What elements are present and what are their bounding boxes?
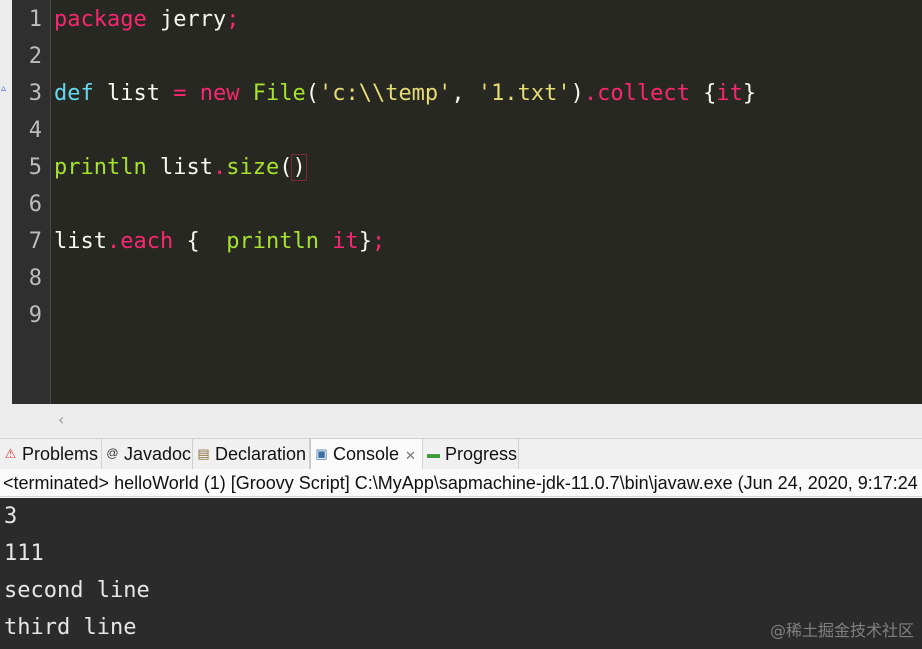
scroll-left-arrow-icon[interactable]: ‹: [58, 410, 64, 429]
code-line-5[interactable]: println list.size(): [54, 149, 307, 186]
paren-open: (: [305, 81, 319, 106]
watermark: @稀土掘金技术社区: [769, 621, 914, 640]
console-line: second line: [4, 578, 150, 603]
string-filename: '1.txt': [477, 81, 571, 106]
semicolon: ;: [226, 7, 240, 32]
tab-label: Javadoc: [124, 444, 192, 464]
method-each: each: [120, 229, 174, 254]
code-editor[interactable]: ▵ 1 2 3 4 5 6 7 8 9 package jerry; def l…: [0, 0, 922, 404]
brace-close: }: [742, 81, 757, 106]
line-number: 5: [28, 155, 42, 180]
tab-label: Console: [333, 444, 400, 464]
horizontal-scrollbar[interactable]: ‹: [50, 404, 922, 436]
tab-label: Progress: [445, 444, 518, 464]
line-number: 4: [28, 118, 42, 143]
package-name: jerry: [159, 7, 227, 32]
class-file: File: [252, 81, 306, 106]
variable-list: list: [107, 81, 160, 106]
paren-close-highlighted: ): [291, 154, 307, 181]
declaration-icon: ▤: [197, 446, 210, 461]
dot: .: [212, 155, 227, 180]
console-process-status: <terminated> helloWorld (1) [Groovy Scri…: [0, 469, 922, 497]
line-number: 9: [28, 303, 42, 328]
function-println: println: [226, 229, 319, 254]
tab-progress[interactable]: ▬ Progress: [423, 439, 519, 469]
method-collect: collect: [597, 81, 690, 106]
paren-close: ): [570, 81, 584, 106]
line-number: 1: [28, 7, 42, 32]
tab-problems[interactable]: ⚠ Problems: [0, 439, 102, 469]
tab-console[interactable]: ▣ Console ✕: [310, 439, 423, 469]
code-line-7[interactable]: list.each { println it};: [54, 223, 385, 260]
keyword-it: it: [716, 81, 743, 106]
string-path: 'c:\\temp': [318, 81, 452, 106]
line-number: 6: [28, 192, 42, 217]
close-icon[interactable]: ✕: [405, 441, 416, 471]
tab-label: Declaration: [215, 444, 307, 464]
dot: .: [583, 81, 598, 106]
override-marker-icon: ▵: [1, 83, 7, 94]
line-number-gutter: 1 2 3 4 5 6 7 8 9: [12, 0, 51, 404]
problems-icon: ⚠: [4, 446, 17, 461]
comma: ,: [451, 81, 465, 106]
console-output-area[interactable]: 3 111 second line third line @稀土掘金技术社区: [0, 498, 922, 649]
line-number: 8: [28, 266, 42, 291]
brace-open: {: [703, 81, 717, 106]
brace-close: }: [358, 229, 372, 254]
variable-list: list: [159, 155, 213, 180]
paren-open: (: [279, 155, 293, 180]
method-size: size: [226, 155, 280, 180]
operator-assign: =: [173, 81, 187, 106]
progress-icon: ▬: [427, 446, 440, 461]
keyword-def: def: [54, 81, 94, 106]
tab-label: Problems: [22, 444, 99, 464]
function-println: println: [54, 155, 147, 180]
editor-left-ruler: ▵: [0, 0, 12, 404]
tab-declaration[interactable]: ▤ Declaration: [193, 439, 310, 469]
code-line-1[interactable]: package jerry;: [54, 1, 239, 38]
tab-javadoc[interactable]: @ Javadoc: [102, 439, 193, 469]
console-line: 3: [4, 504, 18, 529]
line-number: 7: [28, 229, 42, 254]
keyword-new: new: [199, 81, 240, 106]
variable-list: list: [54, 229, 107, 254]
console-line: third line: [4, 615, 137, 640]
dot: .: [106, 229, 121, 254]
console-line: 111: [4, 541, 44, 566]
line-number: 3: [28, 81, 42, 106]
line-number: 2: [28, 44, 42, 69]
code-line-3[interactable]: def list = new File('c:\\temp', '1.txt')…: [54, 75, 756, 112]
console-icon: ▣: [315, 446, 328, 461]
views-tab-bar: ⚠ Problems @ Javadoc ▤ Declaration ▣ Con…: [0, 438, 922, 470]
keyword-it: it: [332, 229, 359, 254]
keyword-package: package: [54, 7, 147, 32]
gutter-corner: [0, 404, 50, 436]
brace-open: {: [186, 229, 200, 254]
javadoc-icon: @: [106, 446, 119, 460]
semicolon: ;: [371, 229, 386, 254]
